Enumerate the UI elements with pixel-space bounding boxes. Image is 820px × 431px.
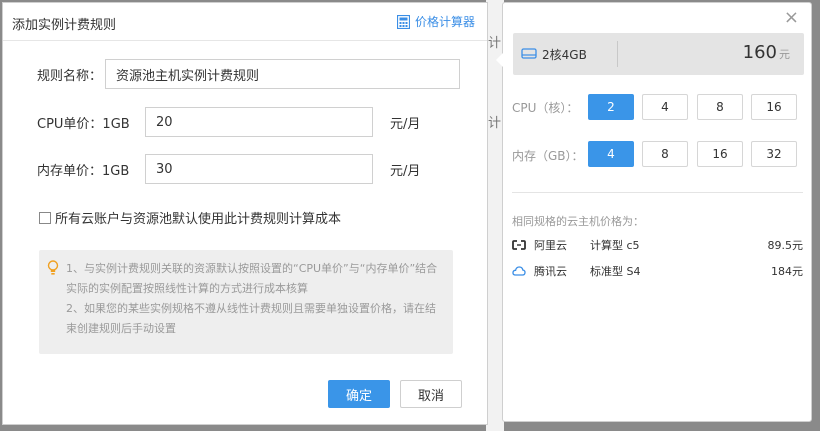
cpu-price-input[interactable] [145, 107, 373, 137]
mem-price-label: 内存单价：1GB [37, 164, 130, 179]
vendor-price: 184元 [771, 265, 803, 278]
dialog-title: 添加实例计费规则 [12, 18, 117, 33]
server-icon [521, 48, 537, 59]
cpu-price-row: CPU单价：1GB 元/月 [3, 107, 489, 137]
mem-option-32[interactable]: 32 [751, 141, 797, 167]
vendor-name: 腾讯云 [534, 265, 567, 278]
cpu-option-2[interactable]: 2 [588, 94, 634, 120]
calculator-icon [396, 14, 410, 29]
cpu-option-8[interactable]: 8 [697, 94, 743, 120]
rule-name-input[interactable] [105, 59, 460, 89]
summary-divider [617, 41, 618, 67]
memory-gb-label: 内存（GB）： [512, 149, 584, 163]
close-icon[interactable]: × [784, 9, 799, 27]
vendor-instance-type: 标准型 S4 [590, 265, 641, 278]
mem-option-8[interactable]: 8 [642, 141, 688, 167]
default-rule-checkbox-row[interactable]: 所有云账户与资源池默认使用此计费规则计算成本 [39, 208, 341, 227]
mem-price-input[interactable] [145, 154, 373, 184]
vendor-name: 阿里云 [534, 239, 567, 252]
computed-price: 160 元 [743, 42, 790, 63]
mem-option-4[interactable]: 4 [588, 141, 634, 167]
mem-price-row: 内存单价：1GB 元/月 [3, 154, 489, 184]
dialog-header: 添加实例计费规则 价格计算器 [3, 3, 487, 41]
tencent-cloud-icon [512, 266, 526, 276]
vendor-row-aliyun: 阿里云 计算型 c5 89.5元 [512, 237, 803, 253]
price-calculator-link[interactable]: 价格计算器 [396, 13, 475, 30]
cpu-price-label: CPU单价：1GB [37, 117, 130, 132]
cpu-option-4[interactable]: 4 [642, 94, 688, 120]
rule-name-label: 规则名称： [37, 69, 103, 84]
confirm-button[interactable]: 确定 [328, 380, 390, 408]
cancel-button[interactable]: 取消 [400, 380, 462, 408]
tip-text: 1、与实例计费规则关联的资源默认按照设置的“CPU单价”与“内存单价”结合实际的… [66, 259, 446, 339]
default-rule-checkbox[interactable] [39, 211, 51, 224]
cpu-price-unit: 元/月 [390, 117, 421, 132]
mem-price-unit: 元/月 [390, 164, 421, 179]
price-unit: 元 [779, 48, 790, 61]
price-calculator-label: 价格计算器 [414, 15, 475, 29]
rule-name-row: 规则名称： [3, 59, 489, 89]
background-text-fragment: 计 [488, 116, 502, 131]
section-divider [512, 192, 803, 193]
background-text-fragment: 计 [488, 36, 502, 51]
spec-price-summary: 2核4GB 160 元 [513, 33, 804, 75]
lightbulb-icon [47, 260, 59, 275]
tip-line-2: 2、如果您的某些实例规格不遵从线性计费规则且需要单独设置价格，请在结束创建规则后… [66, 302, 436, 335]
tip-line-1: 1、与实例计费规则关联的资源默认按照设置的“CPU单价”与“内存单价”结合实际的… [66, 262, 438, 295]
vendor-instance-type: 计算型 c5 [590, 239, 640, 252]
same-spec-title: 相同规格的云主机价格为： [512, 215, 644, 228]
mem-option-16[interactable]: 16 [697, 141, 743, 167]
cpu-option-16[interactable]: 16 [751, 94, 797, 120]
vendor-row-tencent: 腾讯云 标准型 S4 184元 [512, 263, 803, 279]
vendor-price: 89.5元 [767, 239, 804, 252]
panel-pointer-arrow [496, 53, 503, 67]
default-rule-checkbox-label: 所有云账户与资源池默认使用此计费规则计算成本 [55, 212, 342, 227]
price-calculator-panel: × 2核4GB 160 元 CPU（核）： 2 4 8 16 内存（GB）： 4 … [496, 2, 812, 422]
price-value: 160 [742, 42, 777, 63]
cpu-cores-label: CPU（核）： [512, 101, 579, 115]
aliyun-icon [512, 240, 526, 250]
tip-box: 1、与实例计费规则关联的资源默认按照设置的“CPU单价”与“内存单价”结合实际的… [39, 250, 453, 354]
selected-spec: 2核4GB [542, 48, 587, 62]
add-billing-rule-dialog: 添加实例计费规则 价格计算器 规则名称： CPU单价：1GB 元/月 内存单价：… [2, 2, 488, 425]
